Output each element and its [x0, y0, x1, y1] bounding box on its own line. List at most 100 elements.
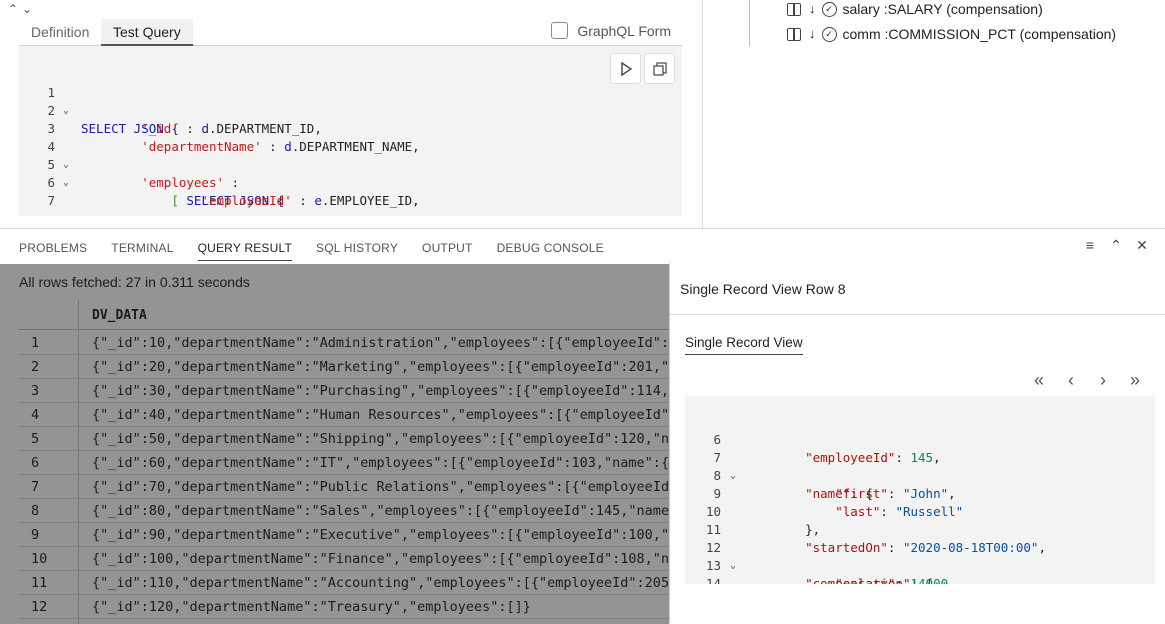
query-editor-panel: ⌃ ⌄ Definition Test Query GraphQL Form 1 …	[0, 0, 702, 228]
table-cell[interactable]: {"_id":50,"departmentName":"Shipping","e…	[92, 431, 669, 447]
table-cell[interactable]: {"_id":70,"departmentName":"Public Relat…	[92, 479, 669, 495]
row-number: 6	[31, 455, 40, 471]
table-cell[interactable]: {"_id":30,"departmentName":"Purchasing",…	[92, 383, 669, 399]
tab-query-result[interactable]: QUERY RESULT	[197, 239, 293, 261]
column-icon	[787, 27, 801, 41]
table-row[interactable]: 4 {"_id":40,"departmentName":"Human Resou…	[19, 403, 669, 427]
copy-icon	[652, 61, 667, 76]
tab-definition[interactable]: Definition	[19, 19, 101, 46]
chevron-down-icon[interactable]: ⌄	[20, 2, 34, 16]
check-circle-icon: ✓	[821, 26, 837, 42]
table-row[interactable]: 7 {"_id":70,"departmentName":"Public Rela…	[19, 475, 669, 499]
code-line: 4 ⌄ 'employees' :	[19, 120, 682, 190]
column-header[interactable]: DV_DATA	[92, 308, 147, 323]
divider	[670, 314, 1165, 315]
table-cell[interactable]: {"_id":90,"departmentName":"Executive","…	[92, 527, 669, 543]
table-row[interactable]: 8 {"_id":80,"departmentName":"Sales","emp…	[19, 499, 669, 523]
record-view-title: Single Record View Row 8	[680, 281, 846, 297]
table-row[interactable]: 1 {"_id":10,"departmentName":"Administrat…	[19, 331, 669, 355]
row-number: 4	[31, 407, 40, 423]
table-cell[interactable]: {"_id":60,"departmentName":"IT","employe…	[92, 455, 669, 471]
code-line: 2 '_id' : d.DEPARTMENT_ID,	[19, 84, 682, 136]
json-line: 15 }	[685, 575, 1155, 584]
arrow-down-icon: ↓	[809, 26, 816, 41]
panel-tabs: PROBLEMS TERMINAL QUERY RESULT SQL HISTO…	[19, 239, 628, 261]
tab-output[interactable]: OUTPUT	[422, 239, 473, 261]
tree-item[interactable]: ↓ ✓ salary :SALARY (compensation)	[787, 0, 1043, 21]
chevron-up-icon[interactable]: ⌃	[6, 2, 20, 16]
query-result-area: All rows fetched: 27 in 0.311 seconds DV…	[0, 264, 669, 624]
run-query-button[interactable]	[610, 53, 641, 84]
code-line: 6 'employeeId' : e.EMPLOYEE_ID,	[19, 156, 682, 208]
panel-actions: ≡ ⌃ ✕	[1077, 237, 1155, 254]
tab-terminal[interactable]: TERMINAL	[111, 239, 173, 261]
table-row[interactable]: 6 {"_id":60,"departmentName":"IT","employ…	[19, 451, 669, 475]
table-cell[interactable]: {"_id":80,"departmentName":"Sales","empl…	[92, 503, 669, 519]
table-row[interactable]: 3 {"_id":30,"departmentName":"Purchasing"…	[19, 379, 669, 403]
result-status: All rows fetched: 27 in 0.311 seconds	[19, 274, 250, 290]
first-page-icon[interactable]: «	[1023, 370, 1055, 390]
code-line: 3 'departmentName' : d.DEPARTMENT_NAME,	[19, 102, 682, 154]
next-icon[interactable]: ›	[1087, 370, 1119, 390]
code-line: 5 ⌄ [ SELECT JSON {	[19, 138, 682, 208]
close-icon[interactable]: ✕	[1129, 237, 1155, 254]
editor-tabs: Definition Test Query GraphQL Form	[19, 19, 682, 46]
code-editor[interactable]: 1 ⌄ SELECT JSON { 2 '_id' : d.DEPARTMENT…	[19, 46, 682, 216]
row-number: 10	[31, 551, 48, 567]
single-record-view-panel: Single Record View Row 8 Single Record V…	[669, 263, 1165, 623]
table-row[interactable]: 12 {"_id":120,"departmentName":"Treasury"…	[19, 595, 669, 619]
graphql-form-toggle[interactable]: GraphQL Form	[551, 22, 671, 39]
previous-icon[interactable]: ‹	[1055, 370, 1087, 390]
tab-test-query[interactable]: Test Query	[101, 19, 193, 46]
table-row[interactable]: 5 {"_id":50,"departmentName":"Shipping","…	[19, 427, 669, 451]
tree-item-label: salary :SALARY (compensation)	[842, 1, 1043, 17]
json-line: 7 ⌄ "name": {	[685, 431, 1155, 501]
table-cell[interactable]: {"_id":120,"departmentName":"Treasury","…	[92, 599, 531, 615]
row-number: 3	[31, 383, 40, 399]
graphql-form-checkbox[interactable]	[551, 22, 569, 39]
last-page-icon[interactable]: »	[1119, 370, 1151, 390]
table-cell[interactable]: {"_id":10,"departmentName":"Administrati…	[92, 335, 669, 351]
tab-single-record-view[interactable]: Single Record View	[685, 335, 803, 355]
check-circle-icon: ✓	[821, 1, 837, 17]
tree-guide-line	[749, 0, 750, 46]
table-cell[interactable]: {"_id":100,"departmentName":"Finance","e…	[92, 551, 669, 567]
row-number: 5	[31, 431, 40, 447]
column-icon	[787, 2, 801, 16]
collapse-controls: ⌃ ⌄	[6, 2, 34, 16]
maximize-panel-icon[interactable]: ⌃	[1103, 237, 1129, 254]
json-line: 12 ⌄ "compensation": {	[685, 521, 1155, 584]
table-row[interactable]: 10 {"_id":100,"departmentName":"Finance",…	[19, 547, 669, 571]
record-json-viewer[interactable]: 6 "employeeId": 145, 7 ⌄ "name": { 8 "fi…	[685, 396, 1155, 584]
fold-chevron-icon[interactable]: ⌄	[63, 210, 75, 216]
tab-sql-history[interactable]: SQL HISTORY	[316, 239, 398, 261]
line-number: 7	[47, 193, 55, 208]
json-line: 11 "startedOn": "2020-08-18T00:00",	[685, 503, 1155, 555]
tree-item[interactable]: ↓ ✓ comm :COMMISSION_PCT (compensation)	[787, 22, 1116, 46]
table-cell[interactable]: {"_id":40,"departmentName":"Human Resour…	[92, 407, 669, 423]
row-number: 8	[31, 503, 40, 519]
grid-header: DV_DATA	[19, 300, 669, 330]
tab-debug-console[interactable]: DEBUG CONSOLE	[497, 239, 604, 261]
field-tree-panel: ↓ ✓ salary :SALARY (compensation) ↓ ✓ co…	[702, 0, 1165, 228]
record-navigation: « ‹ › »	[1023, 370, 1151, 390]
clear-output-icon[interactable]: ≡	[1077, 237, 1103, 254]
table-cell[interactable]: {"_id":110,"departmentName":"Accounting"…	[92, 575, 669, 591]
row-number: 1	[31, 335, 40, 351]
tab-problems[interactable]: PROBLEMS	[19, 239, 87, 261]
table-row[interactable]: 2 {"_id":20,"departmentName":"Marketing",…	[19, 355, 669, 379]
json-line: 8 "first": "John",	[685, 449, 1155, 501]
json-line: 10 },	[685, 485, 1155, 537]
table-cell[interactable]: {"_id":20,"departmentName":"Marketing","…	[92, 359, 669, 375]
tree-item-label: comm :COMMISSION_PCT (compensation)	[842, 26, 1117, 42]
table-row[interactable]: 9 {"_id":90,"departmentName":"Executive",…	[19, 523, 669, 547]
code-line: 1 ⌄ SELECT JSON {	[19, 66, 682, 136]
code-line: 7 ⌄ 'name' : {	[19, 174, 682, 216]
play-icon	[620, 61, 632, 76]
json-line: 9 "last": "Russell"	[685, 467, 1155, 519]
table-row[interactable]: 11 {"_id":110,"departmentName":"Accountin…	[19, 571, 669, 595]
json-line: 14 "comm": 0.4	[685, 557, 1155, 584]
graphql-form-label: GraphQL Form	[577, 22, 671, 39]
arrow-down-icon: ↓	[809, 1, 816, 16]
copy-query-button[interactable]	[644, 53, 675, 84]
